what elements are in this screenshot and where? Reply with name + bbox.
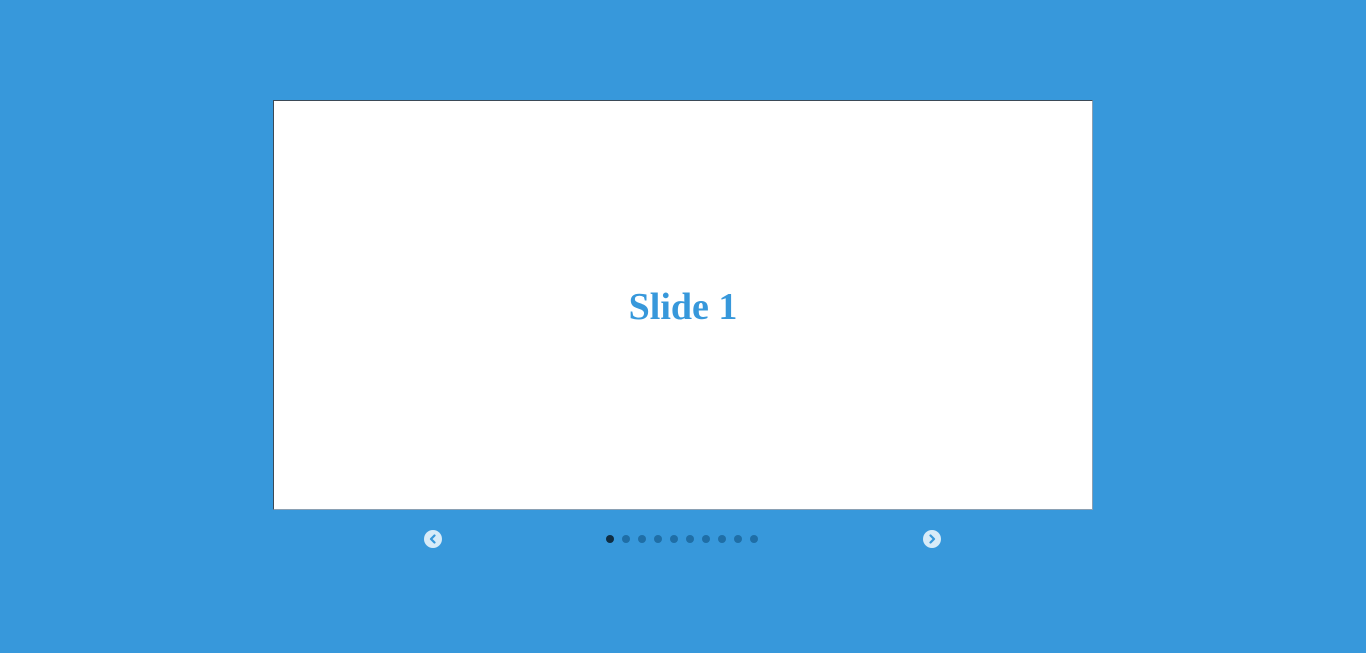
- pagination-dot[interactable]: [686, 535, 694, 543]
- slide-title: Slide 1: [628, 285, 738, 328]
- pagination-dot[interactable]: [654, 535, 662, 543]
- next-slide-button[interactable]: [923, 530, 941, 548]
- pagination-dot[interactable]: [638, 535, 646, 543]
- pagination-dot[interactable]: [670, 535, 678, 543]
- pagination-dot[interactable]: [702, 535, 710, 543]
- chevron-left-circle-icon: [429, 534, 436, 544]
- chevron-right-circle-icon: [929, 534, 936, 544]
- pagination-dot[interactable]: [622, 535, 630, 543]
- pagination-dots: [606, 534, 758, 544]
- slide: Slide 1: [274, 101, 1092, 509]
- pagination-dot[interactable]: [734, 535, 742, 543]
- pagination-dot[interactable]: [718, 535, 726, 543]
- carousel-viewport[interactable]: Slide 1: [273, 100, 1093, 510]
- pagination-dot[interactable]: [750, 535, 758, 543]
- previous-slide-button[interactable]: [424, 530, 442, 548]
- pagination-dot[interactable]: [606, 535, 614, 543]
